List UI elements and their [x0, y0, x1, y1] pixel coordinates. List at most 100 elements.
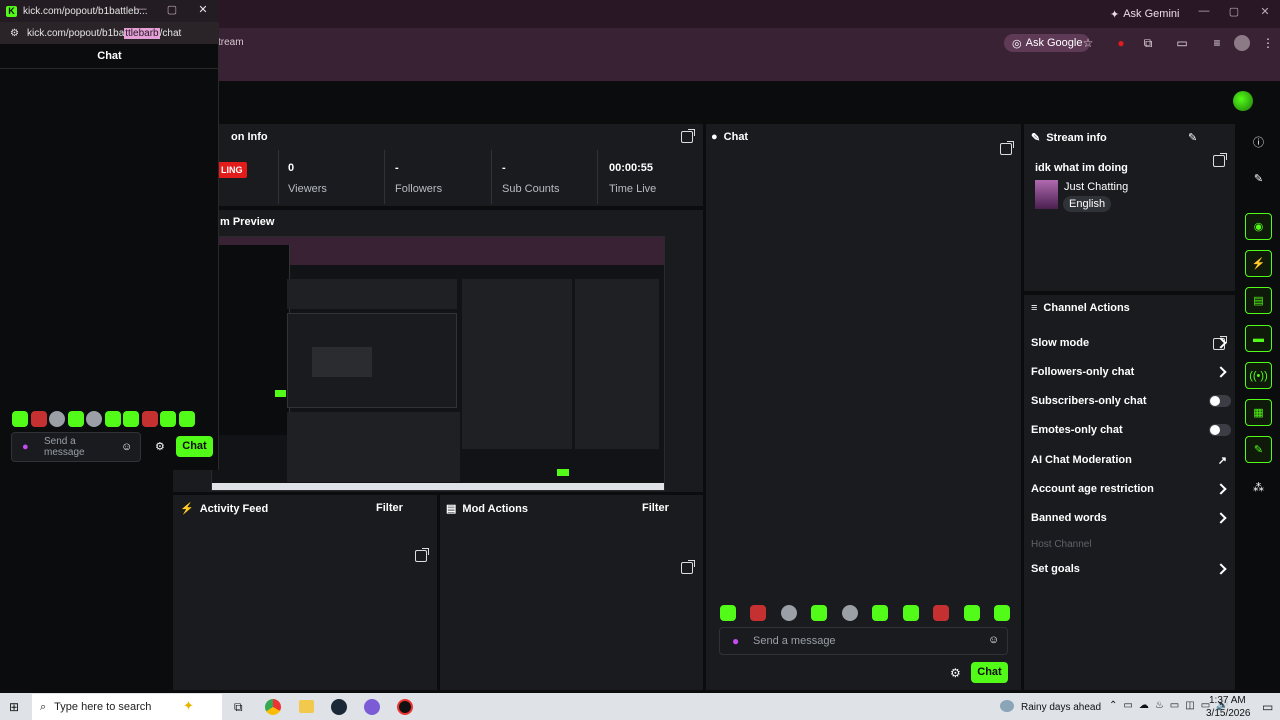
- stream-preview-video: [211, 236, 665, 491]
- emote[interactable]: [841, 605, 858, 621]
- extensions-icon[interactable]: ⧉: [1140, 35, 1156, 51]
- emote-bar: [720, 605, 1010, 623]
- emoji-icon[interactable]: ☺: [121, 441, 132, 453]
- reading-list-icon[interactable]: ≡: [1209, 35, 1225, 51]
- lightning-icon[interactable]: ⚡: [1245, 250, 1272, 277]
- settings-gear-icon[interactable]: ⚙: [950, 666, 961, 680]
- emote[interactable]: [993, 605, 1010, 621]
- microphone-icon[interactable]: ●: [732, 634, 739, 648]
- ask-gemini-button[interactable]: ✦ Ask Gemini: [1104, 5, 1185, 23]
- menu-icon[interactable]: ⋮: [1260, 35, 1276, 51]
- emote[interactable]: [720, 605, 736, 621]
- clock-time[interactable]: 1:37 AM: [1209, 695, 1246, 706]
- close-button[interactable]: ✕: [1255, 5, 1275, 21]
- share-icon[interactable]: ⁂: [1245, 474, 1272, 501]
- popout-icon[interactable]: [415, 548, 429, 562]
- action-slow-mode[interactable]: Slow mode: [1031, 334, 1231, 352]
- emoji-icon[interactable]: ☺: [988, 634, 999, 646]
- chat-message-input[interactable]: ● Send a message ☺: [719, 627, 1008, 655]
- session-info-title: on Info: [231, 131, 268, 143]
- file-explorer-icon[interactable]: [299, 700, 314, 713]
- extension-record-icon[interactable]: ●: [1113, 35, 1129, 51]
- emotes-only-toggle[interactable]: [1209, 424, 1231, 436]
- chat-bubble-icon: ●: [711, 131, 718, 143]
- activity-filter-button[interactable]: Filter: [376, 502, 403, 514]
- microphone-icon[interactable]: ●: [22, 441, 29, 453]
- minimize-button[interactable]: —: [1194, 5, 1214, 21]
- action-subscribers-only[interactable]: Subscribers-only chat: [1031, 392, 1231, 410]
- popout-icon[interactable]: [1213, 153, 1227, 167]
- external-link-icon: ↗: [1217, 454, 1227, 467]
- steam-icon[interactable]: [331, 699, 347, 715]
- followers-label: Followers: [395, 183, 443, 195]
- popout-icon[interactable]: [681, 560, 695, 574]
- action-set-goals[interactable]: Set goals: [1031, 560, 1231, 578]
- send-chat-button[interactable]: Chat: [971, 662, 1008, 683]
- emote[interactable]: [123, 411, 140, 427]
- emote[interactable]: [104, 411, 121, 427]
- site-settings-icon[interactable]: ⚙: [10, 28, 19, 39]
- action-account-age[interactable]: Account age restriction: [1031, 480, 1231, 498]
- maximize-button[interactable]: ▢: [1224, 5, 1244, 21]
- emote[interactable]: [872, 605, 889, 621]
- wrench-icon[interactable]: ✎: [1245, 436, 1272, 463]
- popout-send-chat-button[interactable]: Chat: [176, 436, 213, 457]
- popout-chat-window: [0, 0, 219, 470]
- viewers-value: 0: [288, 162, 295, 174]
- cast-icon[interactable]: ▭: [1174, 35, 1190, 51]
- popout-message-input[interactable]: ● Send a message ☺: [11, 432, 141, 462]
- sub-counts-value: -: [502, 162, 506, 174]
- task-view-icon[interactable]: ⧉: [234, 700, 243, 715]
- chrome-taskbar-icon[interactable]: [265, 699, 281, 715]
- discord-icon[interactable]: [364, 699, 380, 715]
- time-live-label: Time Live: [609, 183, 657, 195]
- ask-google-button[interactable]: ◎ Ask Google: [1004, 34, 1091, 52]
- popout-url-bar[interactable]: ⚙ kick.com/popout/b1battlebarb/chat: [0, 22, 219, 44]
- time-live-value: 00:00:55: [609, 162, 654, 174]
- popout-close-button[interactable]: ✕: [193, 3, 213, 19]
- notification-icon[interactable]: ▭: [1262, 700, 1273, 714]
- emote[interactable]: [30, 411, 47, 427]
- clock-date[interactable]: 3/15/2026: [1206, 708, 1251, 719]
- bookmark-star-icon[interactable]: ☆: [1080, 35, 1096, 51]
- emote[interactable]: [963, 605, 980, 621]
- emote[interactable]: [86, 411, 103, 427]
- action-followers-only[interactable]: Followers-only chat: [1031, 363, 1231, 381]
- emote[interactable]: [902, 605, 919, 621]
- popout-icon[interactable]: [681, 129, 695, 143]
- emote[interactable]: [811, 605, 828, 621]
- address-bar-text[interactable]: tream: [218, 37, 244, 48]
- emote[interactable]: [178, 411, 195, 427]
- popout-minimize-button[interactable]: —: [131, 3, 151, 19]
- lightning-icon: ⚡: [180, 503, 194, 515]
- emote[interactable]: [67, 411, 84, 427]
- user-avatar[interactable]: [1233, 91, 1253, 111]
- emote[interactable]: [12, 411, 28, 427]
- emote[interactable]: [49, 411, 66, 427]
- emote[interactable]: [780, 605, 797, 621]
- edit-pencil-icon[interactable]: ✎: [1188, 131, 1197, 144]
- popout-icon[interactable]: [1000, 141, 1014, 155]
- windows-start-icon[interactable]: ⊞: [9, 700, 19, 714]
- popout-maximize-button[interactable]: ▢: [162, 3, 182, 19]
- action-ai-chat-moderation[interactable]: AI Chat Moderation ↗: [1031, 451, 1231, 469]
- emote[interactable]: [933, 605, 950, 621]
- mod-filter-button[interactable]: Filter: [642, 502, 669, 514]
- info-icon[interactable]: ⓘ: [1245, 128, 1272, 155]
- edit-icon[interactable]: ✎: [1245, 165, 1272, 192]
- popout-settings-gear-icon[interactable]: ⚙: [155, 440, 165, 453]
- emote[interactable]: [141, 411, 158, 427]
- subscribers-only-toggle[interactable]: [1209, 395, 1231, 407]
- profile-avatar[interactable]: [1234, 35, 1250, 51]
- emote[interactable]: [750, 605, 767, 621]
- camera-icon[interactable]: ◉: [1245, 213, 1272, 240]
- action-banned-words[interactable]: Banned words: [1031, 509, 1231, 527]
- panels-icon[interactable]: ▦: [1245, 399, 1272, 426]
- obs-icon[interactable]: [397, 699, 413, 715]
- broadcast-icon[interactable]: ((•)): [1245, 362, 1272, 389]
- weather-text[interactable]: Rainy days ahead: [1021, 702, 1101, 713]
- chat-bubble-icon[interactable]: ▬: [1245, 325, 1272, 352]
- document-icon[interactable]: ▤: [1245, 287, 1272, 314]
- action-emotes-only[interactable]: Emotes-only chat: [1031, 421, 1231, 439]
- emote[interactable]: [160, 411, 177, 427]
